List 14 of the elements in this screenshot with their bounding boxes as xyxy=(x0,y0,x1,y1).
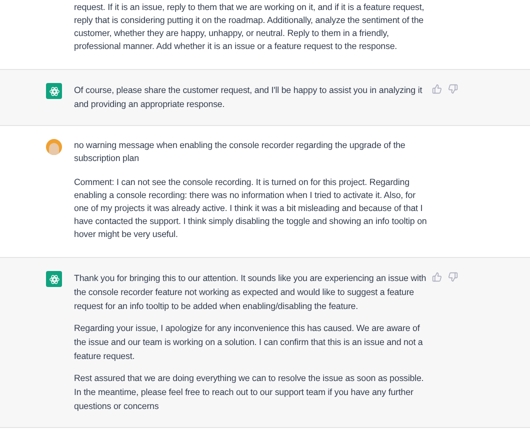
message-text: Of course, please share the customer request, and I'll be happy to assist you in analyzing it and providing an appropriate response. xyxy=(74,84,424,111)
thumbs-up-icon[interactable] xyxy=(432,272,442,282)
thumbs-down-icon[interactable] xyxy=(448,272,458,282)
assistant-avatar-icon xyxy=(46,271,62,287)
message-text: Rest assured that we are doing everything we can to resolve the issue as soon as possible. In the meantime, please feel free to reach out to our support team if you have any further questions or concerns xyxy=(74,372,425,413)
thumbs-up-icon[interactable] xyxy=(432,84,442,94)
message-text: Thank you for bringing this to our attention. It sounds like you are experiencing an issue with the console recorder feature not working as expected and would like to suggest a feature request for an info tooltip to be added when enabling/disabling the feature. xyxy=(74,272,428,313)
assistant-avatar-icon xyxy=(46,83,62,99)
thumbs-down-icon[interactable] xyxy=(448,84,458,94)
message-text: Regarding your issue, I apologize for any inconvenience this has caused. We are aware of the issue and our team is working on a solution. I can confirm that this is an issue and not a feature request. xyxy=(74,322,424,363)
message-text: request. If it is an issue, reply to them that we are working on it, and if it is a feature request, reply that is considering putting it on the roadmap. Additionally, analyze the sentiment of the customer, whether they are happy, unhappy, or neutral. Reply to them in a friendly, professional manner. Add whether it is an issue or a feature request to the response. xyxy=(74,1,426,53)
user-avatar-icon xyxy=(46,139,62,155)
message-text: Comment: I can not see the console recording. It is turned on for this project. Regarding enabling a console recording: there was no information when I tried to activate it. Also, for one of my projects it was already active. I think it was a bit misleading and because of that I have contacted the support. I think simply disabling the toggle and showing an info tooltip on hover might be very useful. xyxy=(74,176,428,241)
message-text: no warning message when enabling the console recorder regarding the upgrade of the subscription plan xyxy=(74,139,406,165)
